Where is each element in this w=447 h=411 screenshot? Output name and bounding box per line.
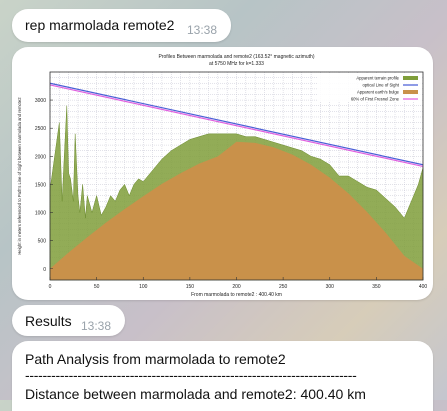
x-axis-label: From marmolada to remote2 : 400.40 km [191, 292, 282, 298]
message-text: rep marmolada remote2 [25, 17, 175, 33]
chart-subtitle: at 5750 MHz for k=1.333 [209, 61, 264, 67]
x-tick-label: 350 [372, 284, 381, 290]
message-bubble-results: Results 13:38 [12, 305, 125, 336]
analysis-divider: ----------------------------------------… [25, 367, 357, 383]
chart-title: Profiles Between marmolada and remote2 (… [159, 54, 315, 60]
message-timestamp: 13:38 [81, 319, 112, 333]
legend-label: Apparent terrain profile [356, 76, 399, 81]
message-timestamp: 13:38 [187, 23, 218, 37]
legend-label: Apparent earth's bulge [357, 90, 400, 95]
x-tick-label: 250 [279, 284, 288, 290]
x-tick-label: 300 [326, 284, 335, 290]
y-tick-label: 0 [43, 267, 46, 273]
x-tick-label: 0 [49, 284, 52, 290]
message-text: Results [25, 313, 72, 329]
y-tick-label: 2500 [35, 126, 46, 132]
profile-chart[interactable]: 0 50 100 150 200 250 300 350 400 0 500 1000 1500 2000… [14, 49, 431, 298]
y-tick-label: 3000 [35, 98, 46, 104]
x-tick-label: 200 [232, 284, 241, 290]
legend-swatch [403, 76, 418, 80]
profile-chart-svg: 0 50 100 150 200 250 300 350 400 0 500 1000 1500 2000… [17, 54, 428, 298]
y-tick-label: 500 [38, 239, 47, 245]
y-tick-label: 1500 [35, 182, 46, 188]
x-tick-label: 400 [419, 284, 428, 290]
message-bubble-command: rep marmolada remote2 13:38 [12, 9, 231, 42]
message-bubble-path-analysis: Path Analysis from marmolada to remote2 … [12, 341, 433, 411]
x-tick-label: 100 [139, 284, 148, 290]
y-axis-label: Height in meters referenced to Path's Li… [17, 97, 22, 255]
message-bubble-chart-image[interactable]: 0 50 100 150 200 250 300 350 400 0 500 1000 1500 2000… [12, 47, 433, 300]
legend-swatch [403, 90, 418, 94]
y-tick-label: 1000 [35, 211, 46, 217]
analysis-heading: Path Analysis from marmolada to remote2 [25, 351, 286, 367]
y-tick-label: 2000 [35, 154, 46, 160]
x-tick-label: 150 [186, 284, 195, 290]
x-tick-label: 50 [94, 284, 100, 290]
legend-label: 60% of First Fresnel Zone [351, 97, 400, 102]
legend-label: optical Line of Sight [362, 83, 399, 88]
